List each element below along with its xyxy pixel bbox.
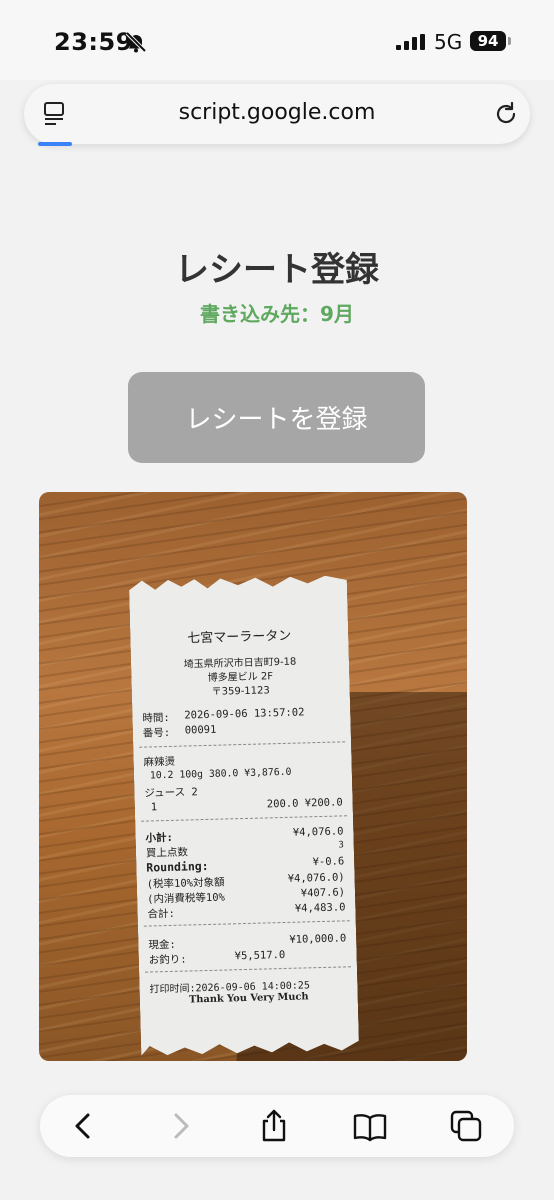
receipt-cash-value: ¥10,000.0 xyxy=(289,932,347,946)
reload-icon[interactable] xyxy=(492,100,520,128)
forward-icon[interactable] xyxy=(162,1108,198,1144)
receipt-divider xyxy=(144,920,350,926)
receipt-cash-label: 現金: xyxy=(148,938,176,952)
receipt-divider xyxy=(139,741,345,747)
url-text[interactable]: script.google.com xyxy=(24,100,530,125)
receipt-paper: 七宮マーラータン 埼玉県所沢市日吉町9-18 博多屋ビル 2F 〒359-112… xyxy=(129,575,359,1056)
receipt-taxable-value: ¥4,076.0) xyxy=(287,871,345,885)
register-receipt-button[interactable]: レシートを登録 xyxy=(128,372,425,463)
receipt-subtotal-label: 小計: xyxy=(145,831,174,845)
load-progress-bar xyxy=(38,142,72,146)
browser-toolbar xyxy=(40,1095,514,1157)
receipt-count-value: 3 xyxy=(338,840,344,851)
receipt-change-value: ¥5,517.0 xyxy=(234,948,286,963)
destination-subtitle: 書き込み先：9月 xyxy=(200,302,354,326)
receipt-shop-name: 七宮マーラータン xyxy=(187,628,292,647)
receipt-rounding-value: ¥-0.6 xyxy=(312,855,345,869)
page-title: レシート登録 xyxy=(175,250,379,290)
receipt-number-label: 番号: xyxy=(142,726,171,740)
receipt-tax-label: (内消費税等10% xyxy=(147,891,226,906)
share-icon[interactable] xyxy=(256,1108,292,1144)
receipt-rounding-label: Rounding: xyxy=(146,858,209,875)
receipt-divider xyxy=(145,966,351,972)
receipt-item-name: ジュース 2 xyxy=(144,786,198,800)
receipt-item-price: 200.0 ¥200.0 xyxy=(266,796,343,811)
bookmarks-icon[interactable] xyxy=(352,1108,388,1144)
receipt-time-label: 時間: xyxy=(142,711,170,725)
receipt-photo: 七宮マーラータン 埼玉県所沢市日吉町9-18 博多屋ビル 2F 〒359-112… xyxy=(39,492,467,1061)
battery-nub xyxy=(508,37,511,45)
receipt-tax-value: ¥407.6) xyxy=(300,886,346,900)
receipt-item-detail: 10.2 100g 380.0 ¥3,876.0 xyxy=(149,766,292,782)
receipt-time-value: 2026-09-06 13:57:02 xyxy=(184,706,305,722)
receipt-subtotal-value: ¥4,076.0 xyxy=(292,825,344,839)
receipt-count-label: 買上点数 xyxy=(145,846,189,860)
signal-icon xyxy=(396,34,425,50)
status-bar: 23:59 5G 94 xyxy=(0,0,554,80)
receipt-change-label: お釣り: xyxy=(148,953,187,967)
address-bar[interactable]: script.google.com xyxy=(24,84,530,144)
receipt-divider xyxy=(141,815,347,821)
status-time: 23:59 xyxy=(54,28,133,56)
receipt-number-value: 00091 xyxy=(184,723,217,737)
network-type: 5G xyxy=(434,30,463,54)
bell-slash-icon xyxy=(125,31,147,53)
receipt-total-value: ¥4,483.0 xyxy=(294,901,346,915)
back-icon[interactable] xyxy=(66,1108,102,1144)
battery-level: 94 xyxy=(470,31,506,51)
receipt-item-qty: 1 xyxy=(150,801,158,814)
receipt-item-name: 麻辣燙 xyxy=(143,755,176,769)
receipt-total-label: 合計: xyxy=(147,907,176,921)
tabs-icon[interactable] xyxy=(448,1108,484,1144)
